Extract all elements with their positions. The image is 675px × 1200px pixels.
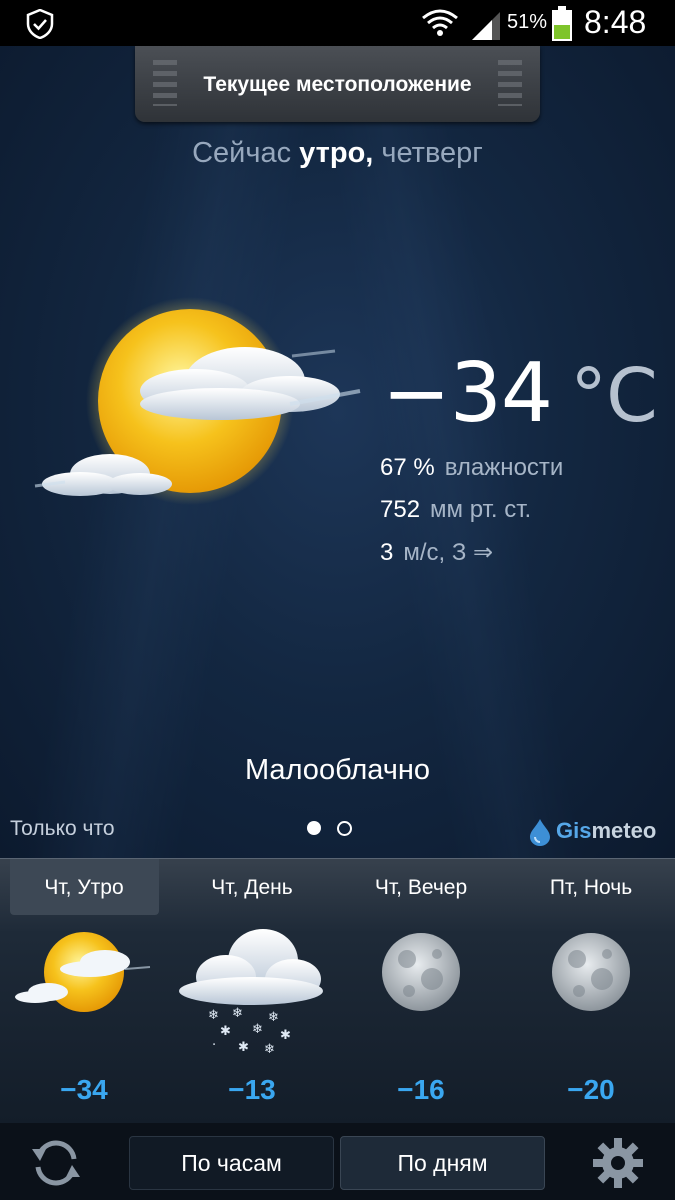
shield-check-icon — [26, 9, 54, 39]
svg-text:✱: ✱ — [280, 1028, 291, 1043]
svg-text:·: · — [212, 1038, 216, 1053]
svg-text:✱: ✱ — [238, 1040, 249, 1055]
forecast-item[interactable]: Чт, Утро −34 — [0, 859, 168, 1124]
forecast-item[interactable]: Пт, Ночь −20 — [507, 859, 675, 1124]
forecast-temp: −20 — [567, 1074, 615, 1105]
pressure-value: 752 — [380, 496, 421, 523]
bottom-bar: По часам По дням — [0, 1123, 675, 1200]
humidity-value: 67 % — [380, 454, 435, 481]
humidity-label: влажности — [444, 454, 564, 481]
page-indicator-active[interactable] — [307, 821, 321, 835]
moon-icon — [382, 933, 460, 1011]
forecast-label: Чт, Вечер — [374, 876, 468, 899]
sun-partly-cloudy-icon — [34, 297, 361, 505]
pressure-label: мм рт. ст. — [430, 496, 532, 523]
svg-text:❄: ❄ — [264, 1042, 275, 1057]
now-line: Сейчас утро, четверг — [0, 137, 675, 170]
forecast-label: Чт, День — [211, 876, 293, 899]
now-weekday: четверг — [381, 137, 483, 169]
updated-text: Только что — [10, 817, 115, 840]
signal-icon — [472, 12, 500, 40]
now-period: утро, — [299, 137, 374, 169]
forecast-label: Чт, Утро — [44, 876, 124, 899]
current-weather-panel[interactable]: Текущее местоположение Сейчас утро, четв… — [0, 46, 675, 858]
forecast-temp: −16 — [397, 1074, 445, 1105]
gear-icon[interactable] — [592, 1137, 644, 1189]
svg-text:❄: ❄ — [232, 1006, 243, 1021]
battery-icon — [552, 6, 572, 41]
svg-text:❄: ❄ — [252, 1022, 263, 1037]
now-prefix: Сейчас — [192, 137, 292, 169]
battery-percent: 51% — [507, 11, 548, 33]
svg-text:❄: ❄ — [208, 1008, 219, 1023]
brand-name-b: meteo — [591, 818, 657, 843]
condition-text: Малооблачно — [244, 754, 431, 786]
status-bar: 51% 8:48 — [0, 0, 675, 46]
daily-button[interactable]: По дням — [340, 1136, 545, 1190]
forecast-item[interactable]: Чт, День ❄ ❄ ❄ ✱ ❄ ✱ ✱ ❄ · −13 — [168, 859, 336, 1124]
wind-value: 3 — [380, 539, 394, 566]
cloud-snow-icon: ❄ ❄ ❄ ✱ ❄ ✱ ✱ ❄· — [179, 929, 323, 1057]
moon-icon — [552, 933, 630, 1011]
svg-text:✱: ✱ — [220, 1024, 231, 1039]
sun-partly-cloudy-icon — [15, 932, 151, 1012]
hourly-button[interactable]: По часам — [129, 1136, 334, 1190]
refresh-icon[interactable] — [28, 1139, 84, 1187]
wind-row: 3 м/с, З ⇒ — [380, 538, 493, 567]
wind-label: м/с, З ⇒ — [403, 539, 494, 566]
svg-text:❄: ❄ — [268, 1010, 279, 1025]
page-indicator-inactive[interactable] — [337, 821, 352, 836]
pressure-row: 752 мм рт. ст. — [380, 496, 531, 524]
clock: 8:48 — [584, 4, 647, 40]
humidity-row: 67 % влажности — [380, 454, 563, 482]
water-drop-icon — [530, 819, 550, 846]
forecast-temp: −13 — [228, 1074, 276, 1105]
temperature-value: −34 — [382, 346, 553, 441]
forecast-temp: −34 — [60, 1074, 108, 1105]
brand-name-a: Gis — [556, 818, 592, 843]
temperature-unit: °C — [570, 353, 658, 439]
forecast-item[interactable]: Чт, Вечер −16 — [337, 859, 505, 1124]
current-temperature: −34 °C — [382, 346, 658, 441]
forecast-label: Пт, Ночь — [549, 876, 633, 899]
location-title: Текущее местоположение — [203, 73, 472, 96]
location-selector[interactable]: Текущее местоположение — [135, 46, 540, 122]
forecast-strip: Чт, Утро −34 Чт, День ❄ ❄ ❄ ✱ ❄ ✱ ✱ ❄ · … — [0, 858, 675, 1124]
gismeteo-logo: Gismeteo — [528, 816, 668, 846]
wifi-icon — [422, 9, 458, 36]
